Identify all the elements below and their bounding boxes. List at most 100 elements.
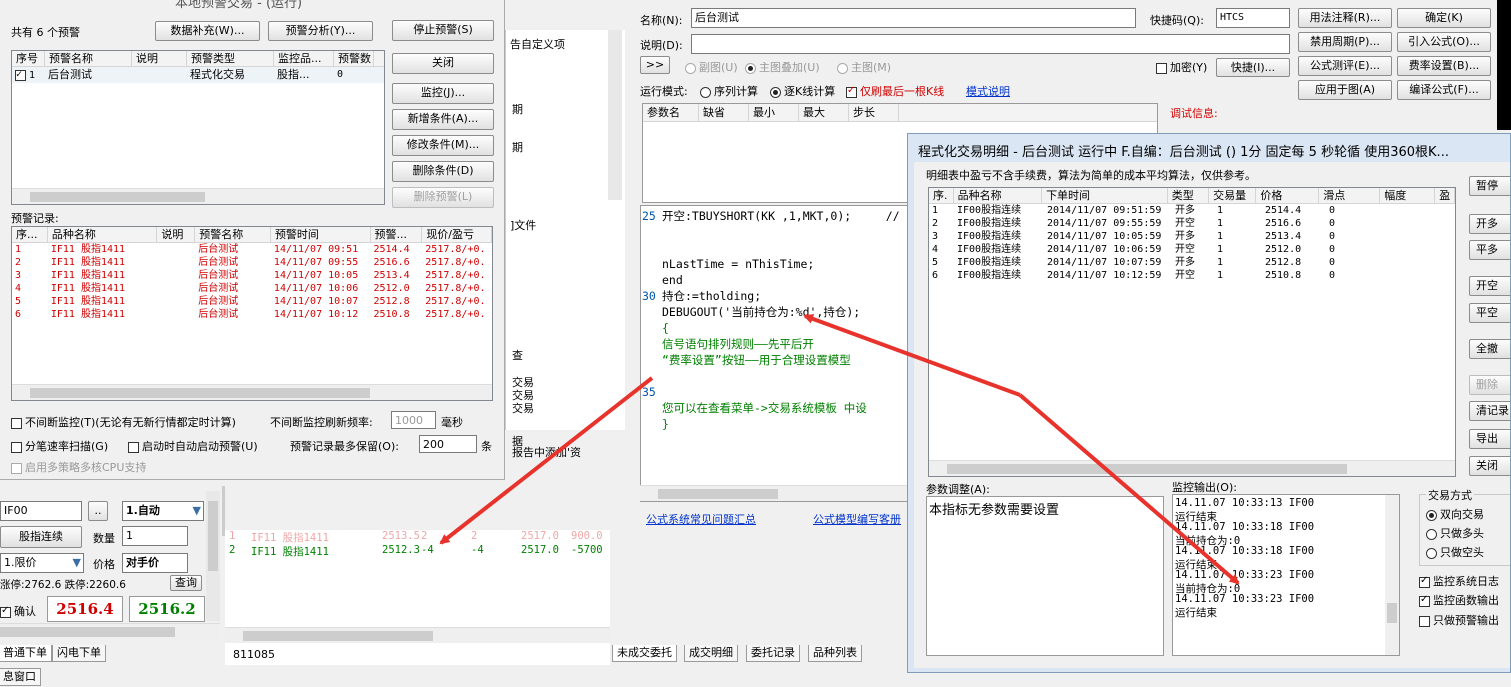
warn-only-option[interactable]: 只做预警输出 — [1419, 612, 1499, 628]
sub-chart-option[interactable]: 副图(U) — [685, 59, 738, 75]
table-row[interactable]: 2 IF00股指连续 2014/11/07 09:55:59 开空 1 2516.6 0 — [929, 217, 1455, 230]
side-button[interactable]: 开空 — [1469, 276, 1510, 296]
price-input[interactable]: 对手价 — [122, 553, 188, 573]
output-vscroll[interactable] — [1385, 495, 1399, 655]
checkbox[interactable] — [11, 441, 22, 453]
col-header[interactable]: 类型 — [1168, 188, 1210, 203]
mode-select[interactable]: 1.自动 ▼ — [122, 501, 204, 521]
tab-contract-list[interactable]: 品种列表 — [808, 645, 862, 662]
col-header[interactable]: 预警数 — [334, 51, 374, 66]
checkbox[interactable] — [11, 462, 22, 474]
horizontal-scrollbar[interactable] — [929, 460, 1455, 476]
autostart-option[interactable]: 启动时自动启动预警(U) — [128, 438, 258, 454]
chevron-down-icon[interactable]: ▼ — [73, 554, 81, 571]
radio[interactable] — [700, 86, 711, 98]
max-keep-input[interactable]: 200 — [419, 435, 477, 453]
mode-both-option[interactable]: 双向交易 — [1426, 506, 1484, 522]
col-header[interactable]: 序号 — [12, 51, 45, 66]
qty-input[interactable]: 1 — [122, 526, 188, 546]
side-button[interactable]: 清记录 — [1469, 401, 1510, 421]
tab-normal-order[interactable]: 普通下单 — [0, 645, 52, 662]
log-option[interactable]: 监控系统日志 — [1419, 573, 1499, 589]
table-row[interactable]: 2 IF11 股指1411 后台测试 14/11/07 09:55 2516.6 2517… — [12, 256, 492, 269]
side-button[interactable]: 开多 — [1469, 214, 1510, 234]
ask-price-button[interactable]: 2516.2 — [129, 596, 205, 622]
side-button[interactable]: 平多 — [1469, 240, 1510, 260]
usage-note-button[interactable]: 用法注释(R)... — [1298, 8, 1392, 28]
col-header[interactable]: 序. — [929, 188, 954, 203]
faq-link[interactable]: 公式系统常见问题汇总 — [646, 511, 756, 527]
delete-warning-button[interactable]: 删除预警(L) — [392, 187, 494, 208]
side-button[interactable]: 删除 — [1469, 375, 1510, 395]
mode-last-option[interactable]: 仅刷最后一根K线 — [846, 83, 944, 99]
mode-tick-option[interactable]: 逐K线计算 — [770, 83, 835, 99]
stop-warning-button[interactable]: 停止预警(S) — [392, 20, 494, 41]
checkbox[interactable] — [0, 605, 11, 618]
modify-condition-button[interactable]: 修改条件(M)... — [392, 135, 494, 156]
side-button[interactable]: 导出 — [1469, 429, 1510, 449]
info-window-tab[interactable]: 息窗口 — [0, 668, 41, 686]
col-header[interactable]: 说明 — [157, 227, 196, 242]
mode-seq-option[interactable]: 序列计算 — [700, 83, 758, 99]
side-button[interactable]: 暂停 — [1469, 176, 1510, 196]
cpu-option[interactable]: 启用多策略多核CPU支持 — [11, 459, 146, 475]
compile-formula-button[interactable]: 编译公式(F)... — [1397, 80, 1491, 100]
table-row[interactable]: 4 IF00股指连续 2014/11/07 10:06:59 开空 1 2512.0 0 — [929, 243, 1455, 256]
col-header[interactable]: 说明 — [132, 51, 187, 66]
overlay-option[interactable]: 主图叠加(U) — [745, 59, 820, 75]
table-row[interactable]: 5 IF00股指连续 2014/11/07 10:07:59 开多 1 2512.8 0 — [929, 256, 1455, 269]
col-header[interactable]: 预警时间 — [271, 227, 371, 242]
warning-analysis-button[interactable]: 预警分析(Y)... — [268, 21, 373, 41]
mode-help-link[interactable]: 模式说明 — [966, 83, 1010, 99]
radio[interactable] — [745, 62, 756, 74]
side-button[interactable]: 平空 — [1469, 303, 1510, 323]
radio[interactable] — [1426, 547, 1437, 559]
side-button[interactable]: 全撤 — [1469, 339, 1510, 359]
horizontal-scrollbar[interactable] — [12, 384, 492, 400]
contract-code-input[interactable]: IF00 — [0, 501, 82, 521]
table-row[interactable]: 4 IF11 股指1411 后台测试 14/11/07 10:06 2512.0 2517… — [12, 282, 492, 295]
guide-link[interactable]: 公式模型编写客册 — [813, 511, 901, 527]
horizontal-scrollbar[interactable] — [225, 627, 610, 643]
table-row[interactable]: 5 IF11 股指1411 后台测试 14/11/07 10:07 2512.8 2517… — [12, 295, 492, 308]
desc-input[interactable] — [691, 34, 1290, 54]
order-vscroll[interactable] — [206, 491, 220, 621]
checkbox[interactable] — [1419, 594, 1430, 607]
table-row[interactable]: 3 IF11 股指1411 后台测试 14/11/07 10:05 2513.4 2517… — [12, 269, 492, 282]
tick-scan-option[interactable]: 分笔速率扫描(G) — [11, 438, 108, 454]
col-header[interactable]: 现价/盈亏 — [422, 227, 492, 242]
import-formula-button[interactable]: 引入公式(O)... — [1397, 32, 1491, 52]
side-button[interactable]: 关闭 — [1469, 456, 1510, 476]
checkbox[interactable] — [1419, 615, 1430, 627]
tab-flash-order[interactable]: 闪电下单 — [52, 645, 106, 662]
formula-test-button[interactable]: 公式测评(E)... — [1298, 56, 1392, 76]
radio[interactable] — [1426, 528, 1437, 540]
name-input[interactable]: 后台测试 — [691, 8, 1136, 28]
checkbox[interactable] — [11, 417, 22, 429]
trade-detail-table[interactable]: 序. 品种名称 下单时间 类型 交易量 价格 滑点 幅度 盈 1 IF00股指连续… — [928, 187, 1456, 477]
col-header[interactable]: 下单时间 — [1042, 188, 1168, 203]
background-scrollbar[interactable] — [608, 30, 622, 200]
col-header[interactable]: 预警名称 — [45, 51, 132, 66]
table-row[interactable]: 1 IF11 股指1411 2513.5 2 2 2517.0 900.0 — [225, 530, 610, 544]
col-header[interactable]: 幅度 — [1380, 188, 1436, 203]
col-header[interactable]: 交易量 — [1209, 188, 1257, 203]
col-header[interactable]: 预警名称 — [195, 227, 271, 242]
horizontal-scrollbar[interactable] — [12, 188, 384, 204]
query-button[interactable]: 查询 — [170, 575, 202, 591]
radio[interactable] — [837, 62, 848, 74]
radio[interactable] — [770, 86, 781, 98]
quick-button[interactable]: 快捷(I)... — [1216, 58, 1290, 77]
checkbox[interactable] — [128, 441, 139, 453]
table-row[interactable]: 2 IF11 股指1411 2512.3 -4 -4 2517.0 -5700 — [225, 544, 610, 558]
bid-price-button[interactable]: 2516.4 — [47, 596, 123, 622]
tab-fill-details[interactable]: 成交明细 — [684, 645, 738, 662]
tab-unfilled-orders[interactable]: 未成交委托 — [612, 645, 677, 662]
table-row[interactable]: 1 IF11 股指1411 后台测试 14/11/07 09:51 2514.4 2517… — [12, 243, 492, 256]
encrypt-option[interactable]: 加密(Y) — [1156, 59, 1207, 75]
col-header[interactable]: 品种名称 — [954, 188, 1043, 203]
records-table[interactable]: 序... 品种名称 说明 预警名称 预警时间 预警... 现价/盈亏 1 IF11… — [11, 226, 493, 401]
col-header[interactable]: 预警类型 — [187, 51, 274, 66]
contract-picker-button[interactable]: .. — [88, 501, 108, 521]
contract-name-button[interactable]: 股指连续 — [0, 526, 82, 548]
